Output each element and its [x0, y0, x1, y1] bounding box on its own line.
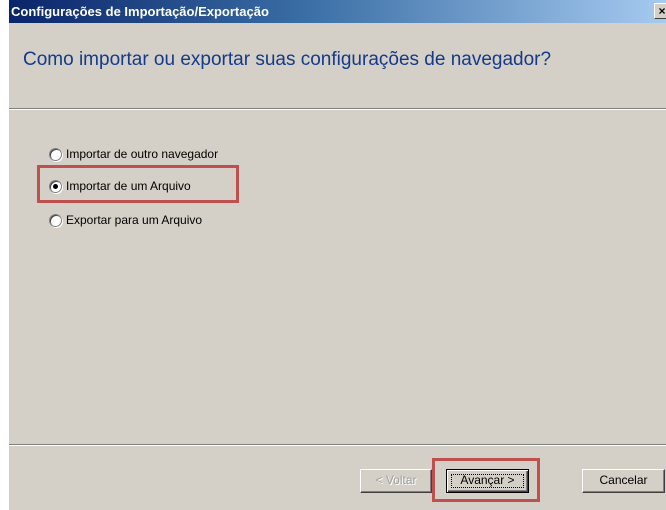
option-label: Importar de outro navegador — [66, 147, 219, 161]
title-bar[interactable]: Configurações de Importação/Exportação × — [9, 0, 666, 23]
footer-separator — [9, 444, 666, 446]
window-title: Configurações de Importação/Exportação — [11, 4, 269, 19]
option-label: Exportar para um Arquivo — [66, 213, 203, 227]
back-button[interactable]: < Voltar — [360, 469, 432, 493]
wizard-header: Como importar ou exportar suas configura… — [9, 23, 666, 109]
cancel-button[interactable]: Cancelar — [582, 469, 665, 493]
highlight-next-box — [432, 458, 540, 502]
close-icon: × — [658, 4, 666, 18]
radio-import-from-browser[interactable] — [49, 148, 62, 161]
highlight-option-box — [37, 165, 239, 203]
page-title: Como importar ou exportar suas configura… — [23, 49, 552, 70]
close-button[interactable]: × — [654, 3, 666, 19]
radio-export-to-file[interactable] — [49, 214, 62, 227]
import-export-dialog: Configurações de Importação/Exportação ×… — [9, 0, 666, 510]
